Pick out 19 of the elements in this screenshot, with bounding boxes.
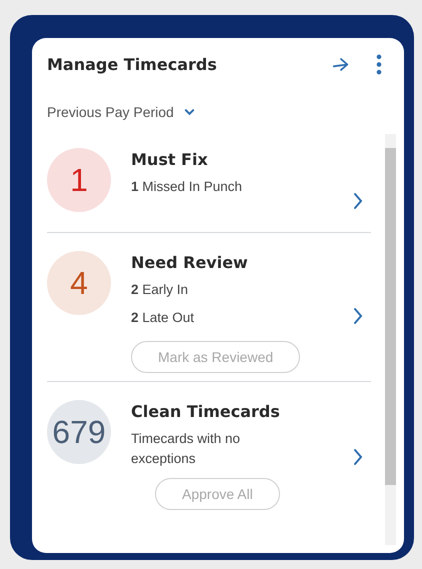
group-title: Must Fix	[131, 149, 209, 169]
group-detail: Timecards with no exceptions	[131, 430, 242, 468]
count-circle: 679	[47, 400, 111, 464]
count-circle: 1	[47, 148, 111, 212]
group-detail: 2 Early In	[131, 281, 190, 299]
count-circle: 4	[47, 251, 111, 315]
chevron-right-icon[interactable]	[353, 192, 363, 210]
chevron-down-icon[interactable]	[184, 108, 195, 116]
group-title: Need Review	[131, 252, 249, 272]
scrollbar[interactable]	[385, 134, 396, 545]
more-icon[interactable]	[376, 54, 382, 74]
chevron-right-icon[interactable]	[353, 307, 363, 326]
card-title: Manage Timecards	[47, 54, 218, 74]
arrow-icon[interactable]	[332, 56, 350, 72]
period-dropdown[interactable]: Previous Pay Period	[47, 100, 195, 124]
group-detail: 2 Late Out	[131, 308, 196, 327]
group-title: Clean Timecards	[131, 401, 281, 422]
group-detail: 1 Missed In Punch	[131, 178, 244, 196]
chevron-right-icon[interactable]	[353, 448, 363, 466]
